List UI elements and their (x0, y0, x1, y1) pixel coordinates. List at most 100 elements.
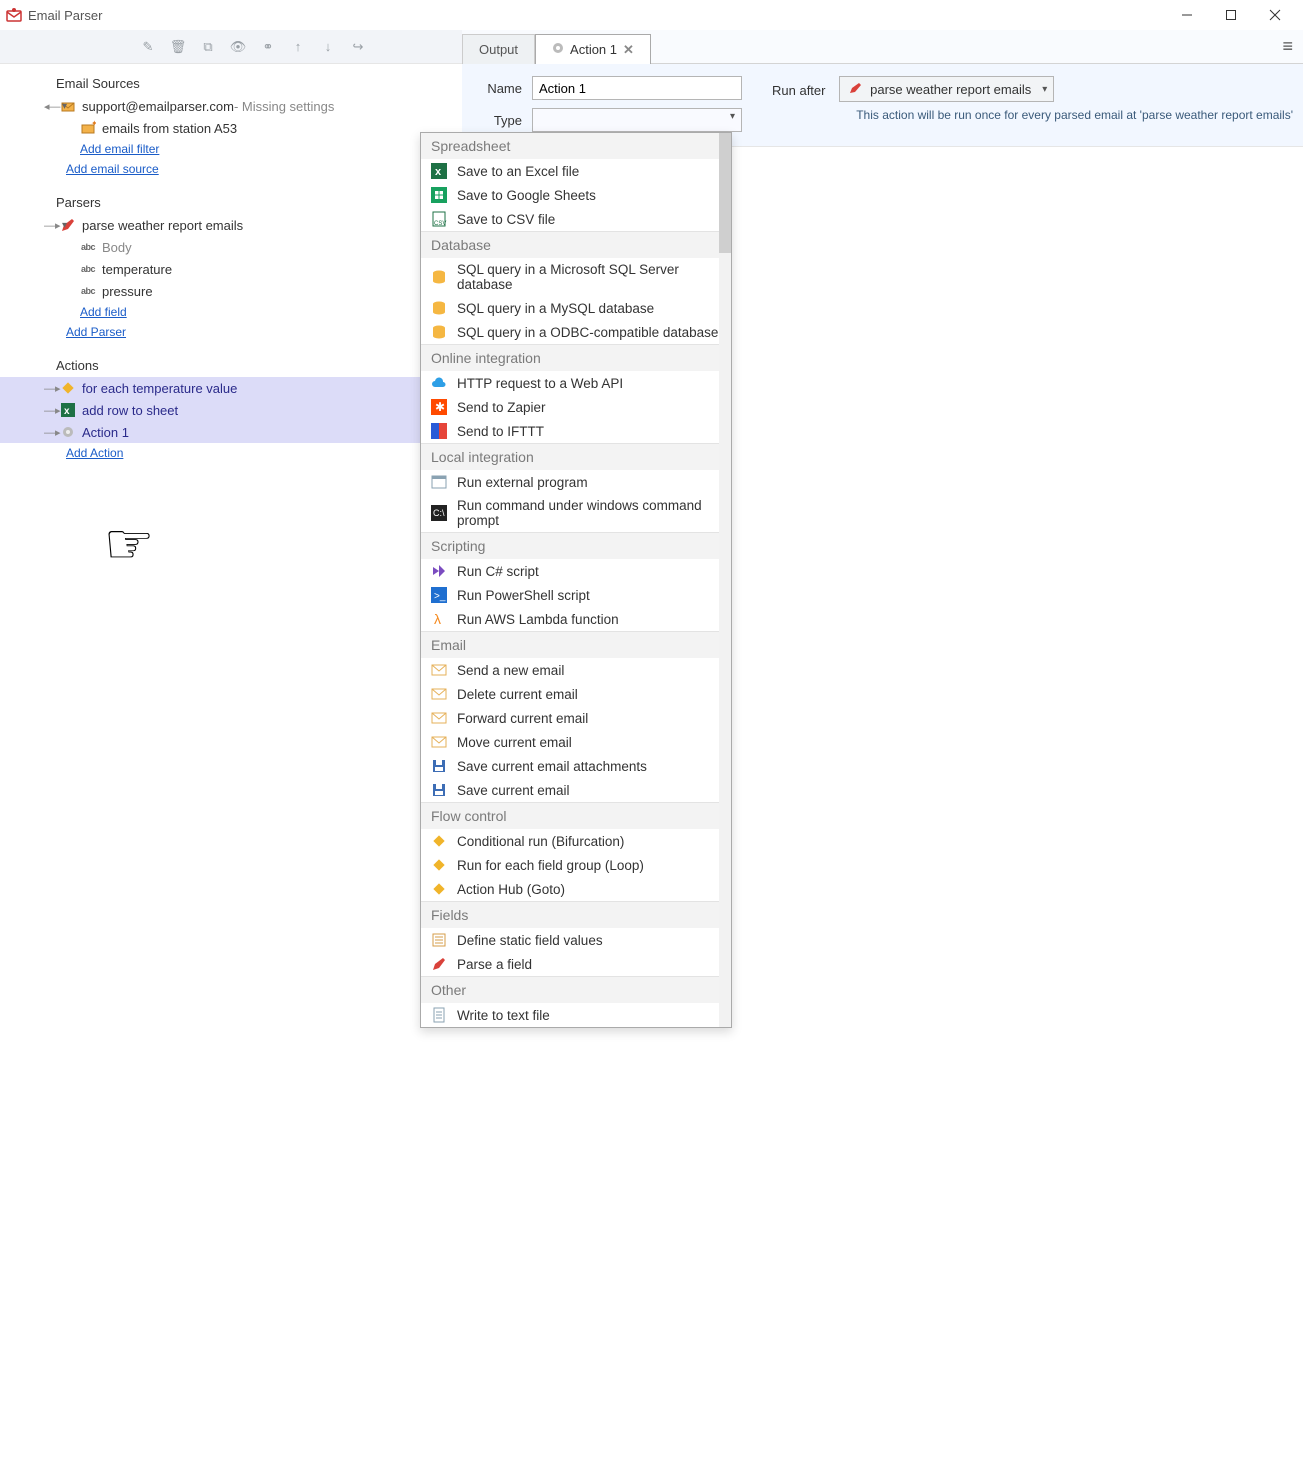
dropdown-item-label: Delete current email (457, 687, 578, 702)
type-select[interactable] (532, 108, 742, 132)
action-item-selected[interactable]: —▸ Action 1 (0, 421, 462, 443)
close-tab-icon[interactable]: ✕ (623, 42, 634, 58)
dropdown-section: Scripting (421, 532, 731, 559)
arrow-up-icon[interactable]: ↑ (290, 39, 306, 55)
vs-icon (431, 563, 447, 579)
titlebar: Email Parser (0, 0, 1303, 30)
dropdown-item-label: Send to IFTTT (457, 424, 544, 439)
dropdown-item[interactable]: Send a new email (421, 658, 731, 682)
dropdown-item[interactable]: xSave to an Excel file (421, 159, 731, 183)
dropdown-item[interactable]: Define static field values (421, 928, 731, 952)
dropdown-item-label: Send to Zapier (457, 400, 546, 415)
chevron-down-icon[interactable]: ▾ (62, 101, 67, 112)
runafter-note: This action will be run once for every p… (772, 108, 1293, 122)
dropdown-item[interactable]: Run external program (421, 470, 731, 494)
type-dropdown[interactable]: SpreadsheetxSave to an Excel fileSave to… (420, 132, 732, 1028)
tab-output[interactable]: Output (462, 34, 535, 64)
dropdown-item[interactable]: Save to Google Sheets (421, 183, 731, 207)
dropdown-item[interactable]: Run for each field group (Loop) (421, 853, 731, 877)
app-icon (6, 7, 22, 23)
dropdown-item[interactable]: Action Hub (Goto) (421, 877, 731, 901)
parser-field-label: pressure (102, 284, 153, 299)
dropdown-item[interactable]: Save current email (421, 778, 731, 802)
add-email-source-link[interactable]: Add email source (66, 159, 462, 179)
right-panel: Output Action 1 ✕ ≡ Name Type Run after … (462, 64, 1303, 147)
eye-icon[interactable]: 👁 (230, 39, 246, 55)
dropdown-item[interactable]: Write to text file (421, 1003, 731, 1027)
save-icon (431, 758, 447, 774)
close-button[interactable] (1253, 1, 1297, 29)
dropdown-item[interactable]: ✱Send to Zapier (421, 395, 731, 419)
dropdown-item[interactable]: HTTP request to a Web API (421, 371, 731, 395)
dropdown-scrollbar[interactable] (719, 133, 731, 1027)
source-subitem[interactable]: ✦ emails from station A53 (0, 117, 462, 139)
arrow-down-icon[interactable]: ↓ (320, 39, 336, 55)
name-input[interactable] (532, 76, 742, 100)
parser-field[interactable]: abc temperature (0, 258, 462, 280)
dropdown-item[interactable]: Move current email (421, 730, 731, 754)
dropdown-item[interactable]: C:\Run command under windows command pro… (421, 494, 731, 532)
source-item[interactable]: ◂— ▾ support@emailparser.com - Missing s… (0, 95, 462, 117)
dropdown-item[interactable]: CSVSave to CSV file (421, 207, 731, 231)
diamond-icon (431, 833, 447, 849)
dropdown-item[interactable]: Conditional run (Bifurcation) (421, 829, 731, 853)
diamond-icon (431, 857, 447, 873)
dropdown-item[interactable]: Forward current email (421, 706, 731, 730)
excel-icon: x (60, 402, 76, 418)
add-field-link[interactable]: Add field (80, 302, 462, 322)
parser-item[interactable]: —▸ ▾ parse weather report emails (0, 214, 462, 236)
chevron-down-icon[interactable]: ▾ (62, 220, 67, 231)
abc-icon: abc (80, 283, 96, 299)
dropdown-item-label: Save to an Excel file (457, 164, 579, 179)
parser-field[interactable]: abc Body (0, 236, 462, 258)
minimize-button[interactable] (1165, 1, 1209, 29)
parser-field[interactable]: abc pressure (0, 280, 462, 302)
dropdown-item-label: Define static field values (457, 933, 603, 948)
dropdown-item-label: Run external program (457, 475, 588, 490)
maximize-button[interactable] (1209, 1, 1253, 29)
ps-icon: >_ (431, 587, 447, 603)
diamond-icon (60, 380, 76, 396)
dropdown-item[interactable]: Run C# script (421, 559, 731, 583)
dropdown-section: Fields (421, 901, 731, 928)
dropdown-item[interactable]: Delete current email (421, 682, 731, 706)
section-actions: Actions (56, 354, 462, 377)
add-action-link[interactable]: Add Action (66, 443, 462, 463)
svg-text:C:\: C:\ (433, 508, 445, 518)
svg-text:>_: >_ (434, 591, 446, 602)
add-parser-link[interactable]: Add Parser (66, 322, 462, 342)
cursor-hand-icon: ☜ (108, 502, 150, 584)
txt-icon (431, 1007, 447, 1023)
dropdown-item[interactable]: SQL query in a MySQL database (421, 296, 731, 320)
add-email-filter-link[interactable]: Add email filter (80, 139, 462, 159)
tab-action[interactable]: Action 1 ✕ (535, 34, 651, 64)
dropdown-item-label: Forward current email (457, 711, 588, 726)
action-item[interactable]: —▸ x add row to sheet (0, 399, 462, 421)
action-item[interactable]: —▸ for each temperature value (0, 377, 462, 399)
dropdown-item[interactable]: λRun AWS Lambda function (421, 607, 731, 631)
mail-move-icon (431, 734, 447, 750)
link-icon[interactable]: ⚭ (260, 39, 276, 55)
type-label: Type (472, 113, 532, 128)
connector-icon: ◂— (44, 100, 61, 113)
runafter-select[interactable]: parse weather report emails (839, 76, 1054, 102)
trash-icon[interactable]: 🗑 (170, 39, 186, 55)
diamond-icon (431, 881, 447, 897)
dropdown-scroll-thumb[interactable] (719, 133, 731, 253)
name-label: Name (472, 81, 532, 96)
dropdown-item[interactable]: Send to IFTTT (421, 419, 731, 443)
dropdown-item[interactable]: SQL query in a Microsoft SQL Server data… (421, 258, 731, 296)
tab-label: Action 1 (570, 42, 617, 57)
dropdown-item[interactable]: SQL query in a ODBC-compatible database (421, 320, 731, 344)
db-icon (431, 324, 447, 340)
dropdown-item-label: Save current email attachments (457, 759, 647, 774)
dropdown-section: Database (421, 231, 731, 258)
hamburger-icon[interactable]: ≡ (1282, 36, 1293, 57)
copy-icon[interactable]: ⧉ (200, 39, 216, 55)
dropdown-item[interactable]: Save current email attachments (421, 754, 731, 778)
dropdown-item[interactable]: Parse a field (421, 952, 731, 976)
edit-icon[interactable]: ✎ (140, 39, 156, 55)
redo-icon[interactable]: ↪ (350, 39, 366, 55)
dropdown-item[interactable]: >_Run PowerShell script (421, 583, 731, 607)
list-icon (431, 932, 447, 948)
